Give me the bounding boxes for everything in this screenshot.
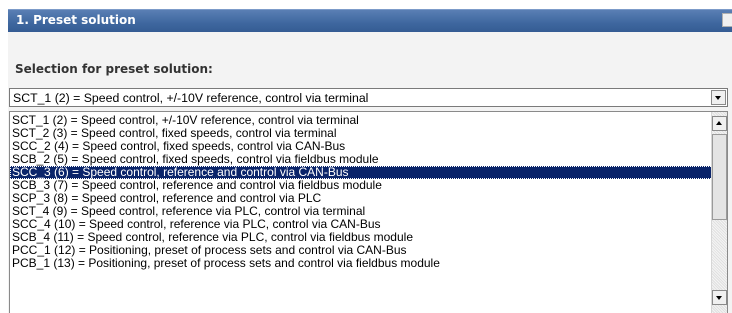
list-item[interactable]: PCB_1 (13) = Positioning, preset of proc… xyxy=(10,257,713,270)
list-item[interactable]: SCC_2 (4) = Speed control, fixed speeds,… xyxy=(10,140,713,153)
list-item[interactable]: SCT_1 (2) = Speed control, +/-10V refere… xyxy=(10,114,713,127)
preset-solution-dropdown[interactable]: SCT_1 (2) = Speed control, +/-10V refere… xyxy=(9,88,728,107)
collapse-button[interactable] xyxy=(722,13,732,27)
list-item[interactable]: SCB_4 (11) = Speed control, reference vi… xyxy=(10,231,713,244)
preset-solution-panel: Selection for preset solution: SCT_1 (2)… xyxy=(8,32,732,313)
list-items: SCT_1 (2) = Speed control, +/-10V refere… xyxy=(10,114,713,270)
list-item[interactable]: SCB_2 (5) = Speed control, fixed speeds,… xyxy=(10,153,713,166)
list-item-selected[interactable]: SCC_3 (6) = Speed control, reference and… xyxy=(10,166,713,179)
list-item[interactable]: PCC_1 (12) = Positioning, preset of proc… xyxy=(10,244,713,257)
preset-solution-list[interactable]: SCT_1 (2) = Speed control, +/-10V refere… xyxy=(9,111,728,313)
scrollbar-thumb[interactable] xyxy=(712,134,727,220)
dropdown-value: SCT_1 (2) = Speed control, +/-10V refere… xyxy=(13,91,369,105)
list-item[interactable]: SCP_3 (8) = Speed control, reference and… xyxy=(10,192,713,205)
selection-label: Selection for preset solution: xyxy=(15,62,213,76)
chevron-down-icon xyxy=(715,96,721,100)
vertical-scrollbar[interactable] xyxy=(711,112,727,313)
dropdown-button[interactable] xyxy=(711,90,726,105)
list-item[interactable]: SCC_4 (10) = Speed control, reference vi… xyxy=(10,218,713,231)
list-item[interactable]: SCT_4 (9) = Speed control, reference via… xyxy=(10,205,713,218)
arrow-up-icon xyxy=(716,121,722,125)
section-title: 1. Preset solution xyxy=(16,13,136,27)
scroll-up-button[interactable] xyxy=(712,116,727,131)
list-item[interactable]: SCT_2 (3) = Speed control, fixed speeds,… xyxy=(10,127,713,140)
scroll-down-button[interactable] xyxy=(712,290,727,305)
section-header[interactable]: 1. Preset solution xyxy=(8,9,732,32)
list-item[interactable]: SCB_3 (7) = Speed control, reference and… xyxy=(10,179,713,192)
arrow-down-icon xyxy=(716,296,722,300)
